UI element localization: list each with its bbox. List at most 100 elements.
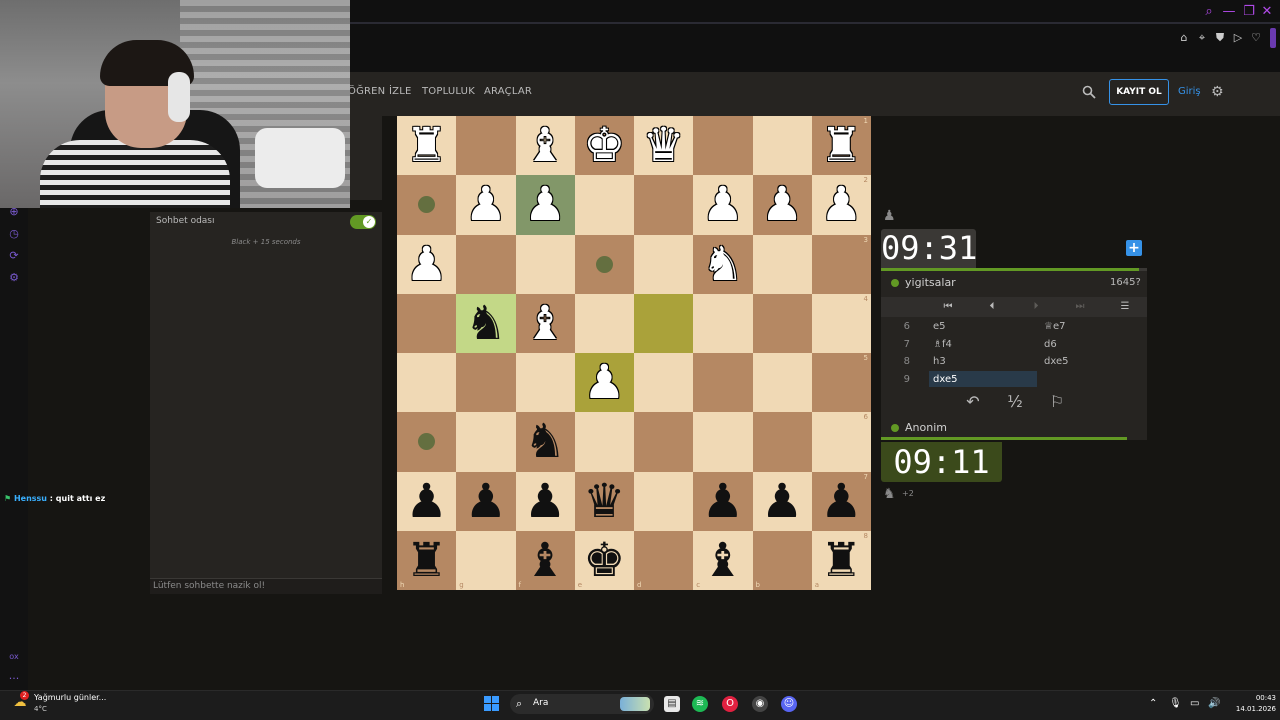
board-square[interactable] — [515, 234, 575, 294]
board-square[interactable] — [456, 234, 516, 294]
board-square[interactable] — [456, 116, 516, 176]
board-square[interactable]: ♟ — [515, 175, 575, 235]
board-square[interactable]: 5 — [811, 353, 871, 413]
chat-input[interactable]: Lütfen sohbette nazik ol! — [150, 578, 382, 594]
board-square[interactable] — [397, 353, 457, 413]
board-square[interactable]: ♟ — [752, 471, 812, 531]
last-move-icon[interactable]: ⏭ — [1072, 300, 1088, 314]
board-square[interactable]: ♜ 1 — [811, 116, 871, 176]
windows-start-button[interactable] — [484, 696, 500, 712]
opponent-name[interactable]: yigitsalar — [905, 276, 956, 289]
board-square[interactable]: ♞ — [515, 412, 575, 472]
board-square[interactable]: d — [634, 530, 694, 590]
white-pawn-piece[interactable]: ♟ — [583, 359, 625, 406]
board-square[interactable]: ♝ c — [693, 530, 753, 590]
board-square[interactable]: 3 — [811, 234, 871, 294]
file-explorer-icon[interactable]: ▤ — [664, 696, 680, 712]
nav-learn[interactable]: ÖĞREN — [348, 86, 385, 97]
board-square[interactable]: ♟ 7 — [811, 471, 871, 531]
signup-button[interactable]: KAYIT OL — [1109, 79, 1169, 105]
board-square[interactable] — [752, 234, 812, 294]
weather-text[interactable]: Yağmurlu günler... — [34, 693, 106, 702]
board-square[interactable]: ♝ — [515, 116, 575, 176]
black-pawn-piece[interactable]: ♟ — [465, 478, 507, 525]
gear-icon[interactable]: ⚙ — [1211, 84, 1225, 100]
extension-pin-icon[interactable]: ⌂ — [1176, 30, 1192, 46]
board-square[interactable] — [693, 293, 753, 353]
white-bishop-piece[interactable]: ♝ — [524, 122, 566, 169]
board-square[interactable] — [456, 353, 516, 413]
board-square[interactable]: ♚ e — [574, 530, 634, 590]
board-square[interactable] — [693, 412, 753, 472]
white-rook-piece[interactable]: ♜ — [820, 122, 862, 169]
display-icon[interactable]: ▭ — [1190, 698, 1199, 709]
board-square[interactable]: ♜ — [397, 116, 457, 176]
link-icon[interactable]: ⟳ — [7, 249, 21, 263]
board-square[interactable] — [397, 175, 457, 235]
board-square[interactable] — [693, 353, 753, 413]
board-square[interactable] — [574, 412, 634, 472]
board-square[interactable]: 4 — [811, 293, 871, 353]
board-square[interactable]: ♚ — [574, 116, 634, 176]
takeback-icon[interactable]: ↶ — [962, 392, 984, 412]
board-square[interactable]: 6 — [811, 412, 871, 472]
board-square[interactable]: b — [752, 530, 812, 590]
prev-move-icon[interactable]: ⏴ — [984, 300, 1000, 314]
white-pawn-piece[interactable]: ♟ — [524, 181, 566, 228]
chess-board[interactable]: ♜ ♝ ♚ ♛ ♜ 1 ♟ ♟ ♟ ♟ ♟ 2 ♟ ♞ 3 ♞ ♝ 4 ♟ 5 ♞ 6 ♟ ♟ ♟ ♛ ♟ ♟ ♟ 7 ♜ h g ♝ f ♚ e d ♝ c… — [397, 116, 871, 590]
black-pawn-piece[interactable]: ♟ — [761, 478, 803, 525]
add-time-button[interactable]: + — [1126, 240, 1142, 256]
board-square[interactable]: ♞ — [693, 234, 753, 294]
nav-tools[interactable]: ARAÇLAR — [484, 86, 532, 97]
heart-icon[interactable]: ♡ — [1248, 30, 1264, 46]
player-name[interactable]: Anonim — [905, 421, 947, 434]
black-queen-piece[interactable]: ♛ — [583, 478, 625, 525]
white-king-piece[interactable]: ♚ — [583, 122, 625, 169]
black-rook-piece[interactable]: ♜ — [820, 537, 862, 584]
microphone-icon[interactable]: 🎙 — [1169, 698, 1182, 709]
next-move-icon[interactable]: ⏵ — [1028, 300, 1044, 314]
search-icon[interactable] — [1082, 85, 1096, 99]
board-square[interactable]: ♛ — [634, 116, 694, 176]
board-square[interactable]: ♟ — [693, 175, 753, 235]
black-bishop-piece[interactable]: ♝ — [702, 537, 744, 584]
taskbar-time[interactable]: 00:43 — [1248, 694, 1276, 702]
legal-move-dot[interactable] — [595, 255, 613, 273]
legal-move-dot[interactable] — [418, 433, 436, 451]
black-bishop-piece[interactable]: ♝ — [524, 537, 566, 584]
board-square[interactable]: ♝ — [515, 293, 575, 353]
board-square[interactable] — [752, 293, 812, 353]
board-square[interactable] — [634, 175, 694, 235]
offer-draw-button[interactable]: ½ — [1004, 392, 1026, 412]
first-move-icon[interactable]: ⏮ — [940, 300, 956, 314]
move-black[interactable]: dxe5 — [1044, 356, 1068, 367]
obs-icon[interactable]: ◉ — [752, 696, 768, 712]
legal-move-dot[interactable] — [418, 196, 436, 214]
board-square[interactable] — [634, 412, 694, 472]
board-square[interactable]: ♟ — [752, 175, 812, 235]
move-white[interactable]: dxe5 — [933, 374, 957, 385]
board-square[interactable]: ♟ — [574, 353, 634, 413]
black-knight-piece[interactable]: ♞ — [465, 300, 507, 347]
white-pawn-piece[interactable]: ♟ — [465, 181, 507, 228]
opera-icon[interactable]: O — [722, 696, 738, 712]
move-white[interactable]: h3 — [933, 356, 946, 367]
board-square[interactable]: ♟ — [693, 471, 753, 531]
board-square[interactable]: ♞ — [456, 293, 516, 353]
black-pawn-piece[interactable]: ♟ — [702, 478, 744, 525]
move-white[interactable]: ♗f4 — [933, 339, 952, 350]
settings-icon[interactable]: ⚙ — [7, 271, 21, 285]
board-square[interactable] — [574, 234, 634, 294]
resign-flag-icon[interactable]: ⚐ — [1046, 392, 1068, 412]
board-square[interactable] — [574, 175, 634, 235]
white-queen-piece[interactable]: ♛ — [643, 122, 685, 169]
volume-icon[interactable]: 🔊 — [1208, 698, 1220, 709]
board-square[interactable]: ♜ h — [397, 530, 457, 590]
clock-icon[interactable]: ◷ — [7, 227, 21, 241]
shield-icon[interactable]: ⛊ — [1212, 30, 1228, 46]
white-pawn-piece[interactable]: ♟ — [820, 181, 862, 228]
close-icon[interactable]: ✕ — [1258, 3, 1276, 21]
board-square[interactable] — [397, 412, 457, 472]
board-square[interactable] — [693, 116, 753, 176]
play-icon[interactable]: ▷ — [1230, 30, 1246, 46]
